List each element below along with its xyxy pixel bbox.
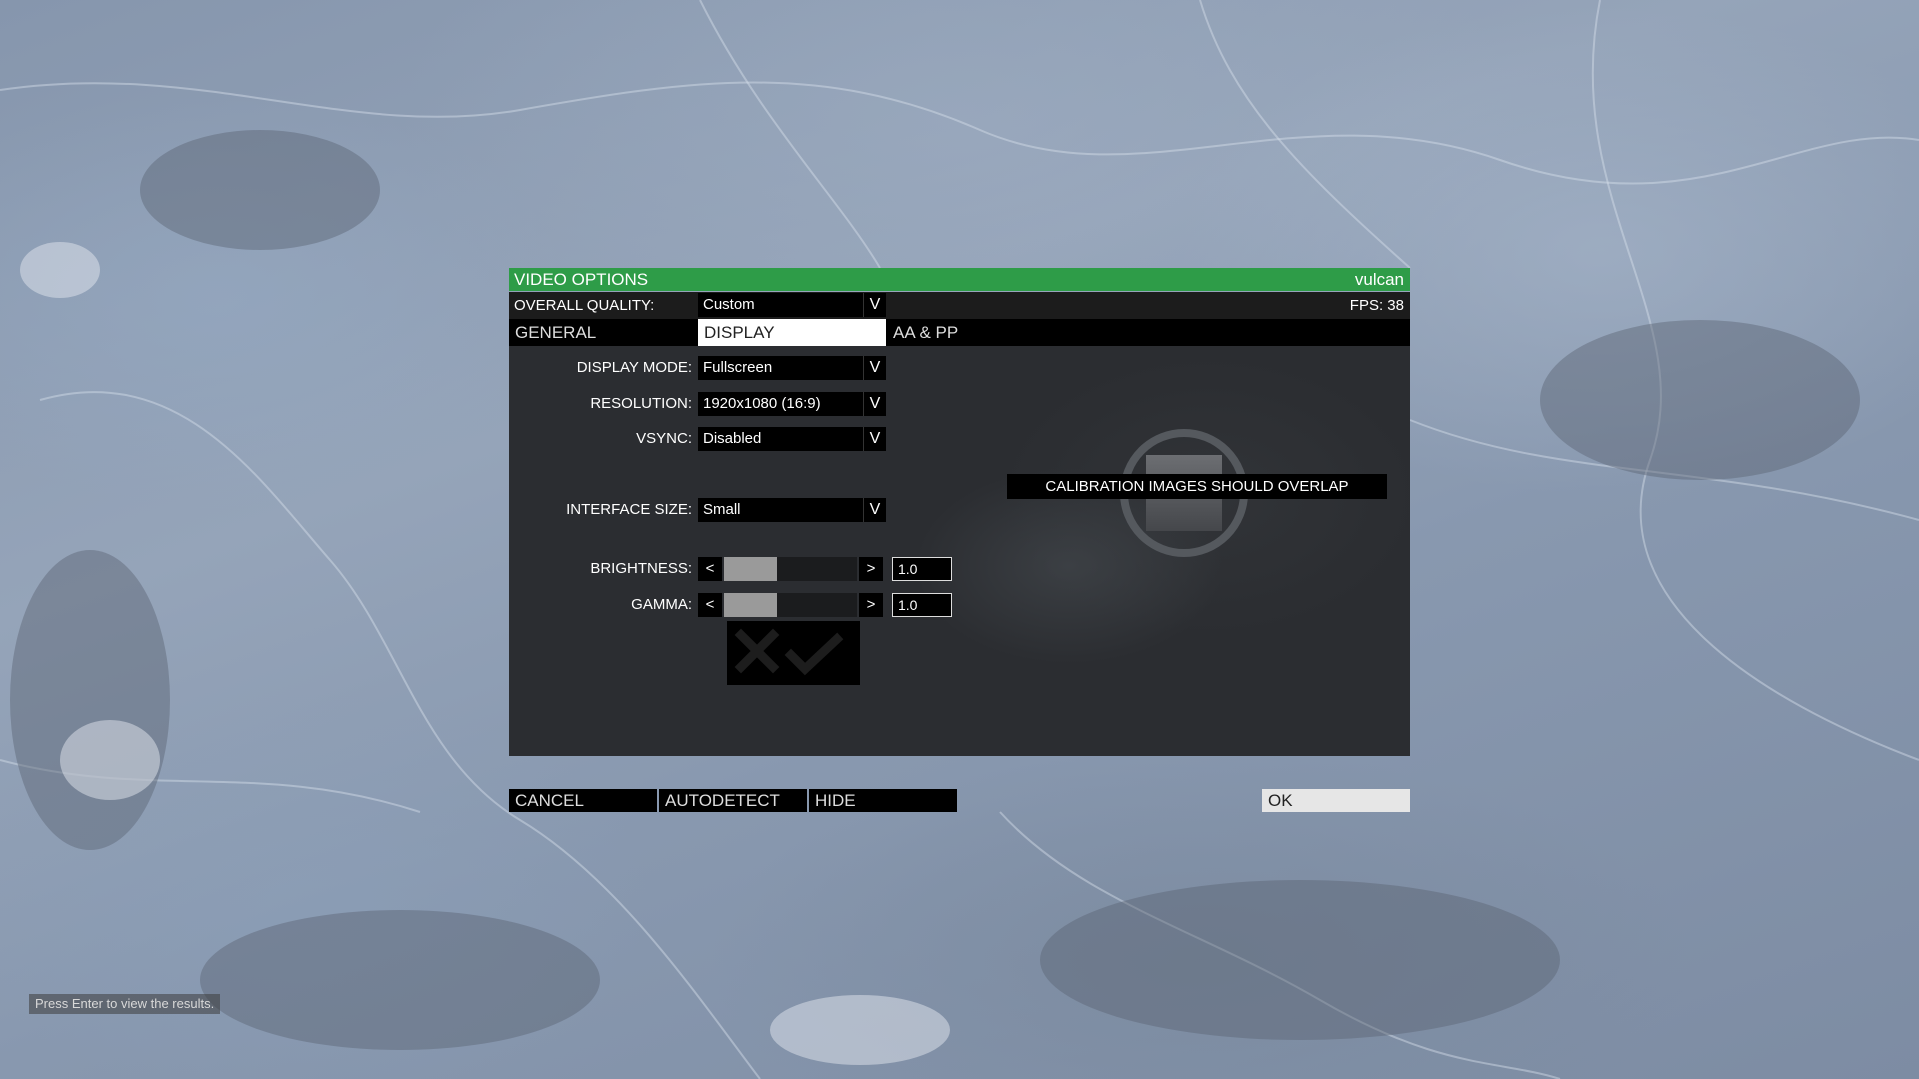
display-settings-panel: DISPLAY MODE: Fullscreen V RESOLUTION: 1… (509, 346, 1410, 756)
overall-quality-dropdown[interactable]: Custom V (698, 293, 886, 317)
tab-aa-pp[interactable]: AA & PP (887, 319, 1075, 346)
vsync-label: VSYNC: (636, 430, 692, 447)
gamma-label: GAMMA: (631, 596, 692, 613)
display-mode-dropdown[interactable]: Fullscreen V (698, 356, 886, 380)
chevron-down-icon[interactable]: V (863, 356, 886, 380)
brightness-increase-button[interactable]: > (859, 557, 883, 581)
gamma-calibration-box (727, 621, 860, 685)
brightness-value-field[interactable]: 1.0 (892, 557, 952, 581)
brightness-label: BRIGHTNESS: (590, 560, 692, 577)
display-mode-value: Fullscreen (703, 359, 773, 376)
profile-name: vulcan (1354, 270, 1404, 289)
overall-quality-label: OVERALL QUALITY: (514, 297, 655, 314)
gamma-track[interactable] (724, 593, 857, 617)
resolution-dropdown[interactable]: 1920x1080 (16:9) V (698, 392, 886, 416)
display-mode-label: DISPLAY MODE: (576, 359, 692, 376)
brightness-decrease-button[interactable]: < (698, 557, 722, 581)
tab-general[interactable]: GENERAL (509, 319, 697, 346)
ok-button[interactable]: OK (1262, 789, 1410, 812)
chevron-down-icon[interactable]: V (863, 392, 886, 416)
gamma-fill (724, 593, 778, 617)
overall-quality-value: Custom (703, 296, 755, 313)
video-options-dialog: VIDEO OPTIONS vulcan OVERALL QUALITY: Cu… (509, 268, 1410, 812)
enter-hint: Press Enter to view the results. (29, 994, 221, 1014)
autodetect-button[interactable]: AUTODETECT (659, 789, 807, 812)
resolution-label: RESOLUTION: (590, 395, 692, 412)
tab-display[interactable]: DISPLAY (698, 319, 886, 346)
interface-size-dropdown[interactable]: Small V (698, 498, 886, 522)
cross-check-icon (734, 628, 844, 676)
chevron-down-icon[interactable]: V (863, 293, 886, 317)
chevron-down-icon[interactable]: V (863, 427, 886, 451)
chevron-down-icon[interactable]: V (863, 498, 886, 522)
interface-size-label: INTERFACE SIZE: (566, 501, 692, 518)
tab-bar: GENERAL DISPLAY AA & PP (509, 319, 1410, 346)
hide-button[interactable]: HIDE (809, 789, 957, 812)
vsync-dropdown[interactable]: Disabled V (698, 427, 886, 451)
cancel-button[interactable]: CANCEL (509, 789, 657, 812)
brightness-fill (724, 557, 778, 581)
quality-bar: OVERALL QUALITY: Custom V FPS: 38 (509, 292, 1410, 319)
title-bar: VIDEO OPTIONS vulcan (509, 268, 1410, 291)
button-bar: CANCEL AUTODETECT HIDE OK (509, 789, 1410, 812)
calibration-hint-text: CALIBRATION IMAGES SHOULD OVERLAP (1045, 478, 1349, 495)
gamma-decrease-button[interactable]: < (698, 593, 722, 617)
calibration-hint: CALIBRATION IMAGES SHOULD OVERLAP (1007, 474, 1387, 499)
interface-size-value: Small (703, 501, 741, 518)
brightness-track[interactable] (724, 557, 857, 581)
gamma-value-field[interactable]: 1.0 (892, 593, 952, 617)
fps-counter: FPS: 38 (1349, 297, 1404, 314)
vsync-value: Disabled (703, 430, 762, 447)
dialog-title: VIDEO OPTIONS (514, 270, 649, 289)
gamma-increase-button[interactable]: > (859, 593, 883, 617)
resolution-value: 1920x1080 (16:9) (703, 395, 821, 412)
